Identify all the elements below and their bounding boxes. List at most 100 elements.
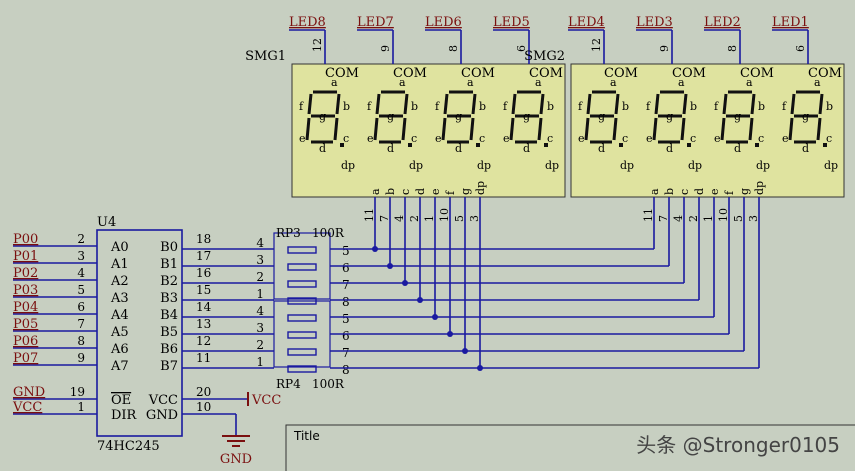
segment-label-a: a — [814, 76, 821, 89]
segment-label-c: c — [479, 132, 485, 145]
ic-pin-b-label: B5 — [160, 325, 178, 340]
rp-value: 100R — [312, 377, 345, 391]
segment-pin-number: 2 — [408, 215, 421, 222]
segment-label-a: a — [746, 76, 753, 89]
resistor-element — [287, 280, 317, 288]
digit-segment — [539, 93, 545, 115]
segment-label-b: b — [343, 100, 350, 113]
segment-label-b: b — [758, 100, 765, 113]
display-ref: SMG1 — [245, 49, 286, 64]
ic-pin-a-label: A1 — [110, 257, 129, 272]
ic-pin-number: 5 — [77, 283, 85, 297]
junction-dot — [447, 331, 453, 337]
ic-pin-b-label: B4 — [160, 308, 178, 323]
resistor-network-rp4 — [273, 300, 331, 373]
digit-segment — [682, 93, 688, 115]
ic-pin-b-label: B0 — [160, 240, 178, 255]
digit-segment — [537, 117, 543, 141]
ic-pin-a-label: A6 — [110, 342, 129, 357]
segment-label-e: e — [782, 132, 789, 145]
rp-body — [273, 300, 331, 368]
segment-label-b: b — [479, 100, 486, 113]
ic-pin-a-label: A2 — [110, 274, 129, 289]
segment-label-dp: dp — [756, 159, 770, 172]
digit-segment — [816, 117, 822, 141]
ic-pin-number: 17 — [196, 249, 211, 263]
segment-label-d: d — [666, 142, 673, 155]
digit-segment — [441, 117, 447, 141]
segment-label-e: e — [299, 132, 306, 145]
segment-label-dp: dp — [409, 159, 423, 172]
segment-label-a: a — [331, 76, 338, 89]
segment-label-b: b — [690, 100, 697, 113]
display-ref: SMG2 — [524, 49, 565, 64]
ic-pin-number: 13 — [196, 317, 211, 331]
rp-body — [273, 232, 331, 300]
led-pin-number: 9 — [658, 45, 671, 52]
led-pin-number: 8 — [726, 45, 739, 52]
segment-pin-number: 11 — [363, 208, 376, 222]
segment-label-e: e — [714, 132, 721, 145]
segment-pin-name: g — [459, 188, 472, 195]
ic-pin-number: 20 — [196, 385, 211, 399]
digit-segment — [509, 117, 515, 141]
rp-pin-right: 7 — [342, 346, 350, 360]
segment-label-g: g — [319, 110, 326, 123]
digit-segment — [680, 117, 686, 141]
segment-label-d: d — [387, 142, 394, 155]
junction-dot — [387, 263, 393, 269]
junction-dot — [432, 314, 438, 320]
segment-pin-name: b — [384, 188, 397, 195]
digit-segment — [471, 93, 477, 115]
digit-segment — [511, 93, 517, 115]
digit-segment — [790, 93, 796, 115]
vcc-net-label: VCC — [251, 393, 281, 408]
ic-pin-a-label: A5 — [110, 325, 129, 340]
rp-pin-right: 6 — [342, 261, 350, 275]
segment-pin-number: 1 — [702, 215, 715, 222]
ic-pin-number: 4 — [77, 266, 85, 280]
segment-pin-number: 1 — [423, 215, 436, 222]
ic-pin-number: 8 — [77, 334, 85, 348]
led-net-label: LED1 — [772, 15, 809, 30]
input-net-label: P02 — [13, 266, 38, 281]
ic-pin-number: 1 — [77, 400, 85, 414]
ic-ctrl-label: GND — [146, 408, 178, 423]
ic-pin-b-label: B2 — [160, 274, 178, 289]
segment-label-a: a — [535, 76, 542, 89]
segment-pin-number: 4 — [393, 215, 406, 222]
digit-segment — [612, 117, 618, 141]
led-net-label: LED5 — [493, 15, 530, 30]
ic-pin-number: 10 — [196, 400, 211, 414]
segment-label-g: g — [387, 110, 394, 123]
digit-segment — [373, 117, 379, 141]
segment-label-c: c — [547, 132, 553, 145]
segment-label-dp: dp — [824, 159, 838, 172]
segment-label-d: d — [523, 142, 530, 155]
ic-pin-b-label: B3 — [160, 291, 178, 306]
rp-pin-left: 3 — [256, 321, 264, 335]
rp-pin-left: 1 — [256, 287, 264, 301]
junction-dot — [402, 280, 408, 286]
ic-pin-a-label: A0 — [110, 240, 129, 255]
ic-ctrl-label: VCC — [148, 393, 178, 408]
ic-pin-number: 16 — [196, 266, 211, 280]
segment-label-b: b — [622, 100, 629, 113]
watermark: 头条 @Stronger0105 — [636, 433, 840, 457]
junction-dot — [417, 297, 423, 303]
input-net-label: P07 — [13, 351, 38, 366]
segment-label-g: g — [666, 110, 673, 123]
input-net-label: P04 — [13, 300, 38, 315]
digit-segment — [305, 117, 311, 141]
segment-label-d: d — [455, 142, 462, 155]
input-net-label: P01 — [13, 249, 38, 264]
ctrl-net-label: VCC — [12, 400, 42, 415]
digit-segment — [720, 117, 726, 141]
digit-segment — [722, 93, 728, 115]
ic-part: 74HC245 — [97, 439, 160, 454]
segment-pin-name: a — [648, 188, 661, 195]
led-net-label: LED7 — [357, 15, 394, 30]
led-net-label: LED3 — [636, 15, 673, 30]
segment-pin-number: 4 — [672, 215, 685, 222]
led-net-label: LED8 — [289, 15, 326, 30]
